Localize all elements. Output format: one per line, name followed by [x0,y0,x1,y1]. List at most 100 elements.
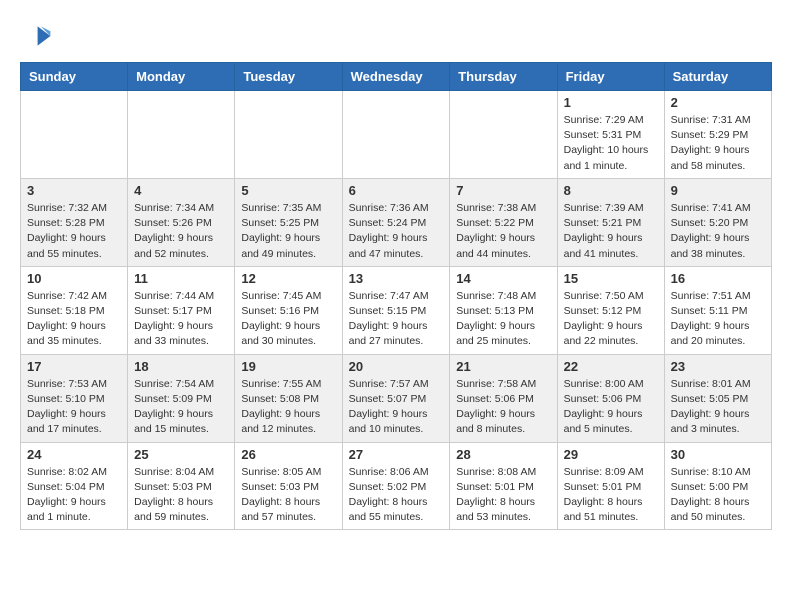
day-number: 22 [564,359,658,374]
calendar-cell: 12 Sunrise: 7:45 AM Sunset: 5:16 PM Dayli… [235,266,342,354]
week-row-1: 1Sunrise: 7:29 AM Sunset: 5:31 PM Daylig… [21,91,772,179]
day-number: 9 [671,183,765,198]
logo [20,20,56,52]
day-number: 27 [349,447,444,462]
calendar-cell: 19Sunrise: 7:55 AM Sunset: 5:08 PM Dayli… [235,354,342,442]
day-number: 3 [27,183,121,198]
day-info: Sunrise: 7:45 AM Sunset: 5:16 PM Dayligh… [241,289,335,350]
day-number: 7 [456,183,550,198]
calendar-header-friday: Friday [557,63,664,91]
calendar-cell: 20 Sunrise: 7:57 AM Sunset: 5:07 PM Dayli… [342,354,450,442]
day-number: 28 [456,447,550,462]
calendar-cell: 5 Sunrise: 7:35 AM Sunset: 5:25 PM Daylig… [235,178,342,266]
day-number: 13 [349,271,444,286]
calendar-cell: 6 Sunrise: 7:36 AM Sunset: 5:24 PM Daylig… [342,178,450,266]
calendar-cell: 29Sunrise: 8:09 AM Sunset: 5:01 PM Dayli… [557,442,664,530]
day-number: 1 [564,95,658,110]
calendar-cell [235,91,342,179]
calendar-cell: 21 Sunrise: 7:58 AM Sunset: 5:06 PM Dayli… [450,354,557,442]
calendar-header-row: SundayMondayTuesdayWednesdayThursdayFrid… [21,63,772,91]
day-info: Sunrise: 7:47 AM Sunset: 5:15 PM Dayligh… [349,289,444,350]
day-number: 21 [456,359,550,374]
day-number: 19 [241,359,335,374]
calendar-cell: 28 Sunrise: 8:08 AM Sunset: 5:01 PM Dayli… [450,442,557,530]
calendar-header-saturday: Saturday [664,63,771,91]
calendar-cell: 10 Sunrise: 7:42 AM Sunset: 5:18 PM Dayli… [21,266,128,354]
day-info: Sunrise: 7:31 AM Sunset: 5:29 PM Dayligh… [671,113,765,174]
day-info: Sunrise: 7:36 AM Sunset: 5:24 PM Dayligh… [349,201,444,262]
day-number: 26 [241,447,335,462]
calendar-cell: 23 Sunrise: 8:01 AM Sunset: 5:05 PM Dayli… [664,354,771,442]
day-number: 20 [349,359,444,374]
day-number: 18 [134,359,228,374]
calendar-header-monday: Monday [128,63,235,91]
calendar-cell: 8 Sunrise: 7:39 AM Sunset: 5:21 PM Daylig… [557,178,664,266]
day-info: Sunrise: 7:32 AM Sunset: 5:28 PM Dayligh… [27,201,121,262]
day-number: 16 [671,271,765,286]
calendar-cell: 25Sunrise: 8:04 AM Sunset: 5:03 PM Dayli… [128,442,235,530]
calendar-cell: 11 Sunrise: 7:44 AM Sunset: 5:17 PM Dayli… [128,266,235,354]
week-row-4: 17 Sunrise: 7:53 AM Sunset: 5:10 PM Dayli… [21,354,772,442]
day-info: Sunrise: 8:06 AM Sunset: 5:02 PM Dayligh… [349,465,444,526]
day-info: Sunrise: 7:34 AM Sunset: 5:26 PM Dayligh… [134,201,228,262]
calendar-cell: 1Sunrise: 7:29 AM Sunset: 5:31 PM Daylig… [557,91,664,179]
day-number: 24 [27,447,121,462]
day-info: Sunrise: 8:08 AM Sunset: 5:01 PM Dayligh… [456,465,550,526]
calendar-cell: 18 Sunrise: 7:54 AM Sunset: 5:09 PM Dayli… [128,354,235,442]
day-number: 17 [27,359,121,374]
calendar-header-sunday: Sunday [21,63,128,91]
day-number: 29 [564,447,658,462]
day-info: Sunrise: 7:51 AM Sunset: 5:11 PM Dayligh… [671,289,765,350]
day-info: Sunrise: 8:10 AM Sunset: 5:00 PM Dayligh… [671,465,765,526]
day-info: Sunrise: 8:01 AM Sunset: 5:05 PM Dayligh… [671,377,765,438]
calendar-cell: 27 Sunrise: 8:06 AM Sunset: 5:02 PM Dayli… [342,442,450,530]
calendar-cell: 9 Sunrise: 7:41 AM Sunset: 5:20 PM Daylig… [664,178,771,266]
day-info: Sunrise: 7:42 AM Sunset: 5:18 PM Dayligh… [27,289,121,350]
day-info: Sunrise: 8:04 AM Sunset: 5:03 PM Dayligh… [134,465,228,526]
day-info: Sunrise: 7:38 AM Sunset: 5:22 PM Dayligh… [456,201,550,262]
day-info: Sunrise: 7:58 AM Sunset: 5:06 PM Dayligh… [456,377,550,438]
week-row-2: 3 Sunrise: 7:32 AM Sunset: 5:28 PM Daylig… [21,178,772,266]
day-number: 5 [241,183,335,198]
day-info: Sunrise: 7:35 AM Sunset: 5:25 PM Dayligh… [241,201,335,262]
day-info: Sunrise: 7:39 AM Sunset: 5:21 PM Dayligh… [564,201,658,262]
day-number: 14 [456,271,550,286]
day-number: 11 [134,271,228,286]
day-number: 10 [27,271,121,286]
week-row-3: 10 Sunrise: 7:42 AM Sunset: 5:18 PM Dayli… [21,266,772,354]
week-row-5: 24 Sunrise: 8:02 AM Sunset: 5:04 PM Dayli… [21,442,772,530]
calendar-header-wednesday: Wednesday [342,63,450,91]
calendar-cell: 14 Sunrise: 7:48 AM Sunset: 5:13 PM Dayli… [450,266,557,354]
calendar-header-tuesday: Tuesday [235,63,342,91]
logo-icon [20,20,52,52]
day-number: 6 [349,183,444,198]
calendar-cell: 4 Sunrise: 7:34 AM Sunset: 5:26 PM Daylig… [128,178,235,266]
calendar-cell: 3 Sunrise: 7:32 AM Sunset: 5:28 PM Daylig… [21,178,128,266]
calendar-cell [21,91,128,179]
calendar-cell: 15Sunrise: 7:50 AM Sunset: 5:12 PM Dayli… [557,266,664,354]
day-number: 2 [671,95,765,110]
day-number: 30 [671,447,765,462]
calendar-cell: 16 Sunrise: 7:51 AM Sunset: 5:11 PM Dayli… [664,266,771,354]
day-number: 8 [564,183,658,198]
day-info: Sunrise: 7:44 AM Sunset: 5:17 PM Dayligh… [134,289,228,350]
day-number: 4 [134,183,228,198]
day-info: Sunrise: 8:02 AM Sunset: 5:04 PM Dayligh… [27,465,121,526]
day-number: 23 [671,359,765,374]
day-info: Sunrise: 7:54 AM Sunset: 5:09 PM Dayligh… [134,377,228,438]
calendar-cell [342,91,450,179]
day-number: 15 [564,271,658,286]
day-info: Sunrise: 7:57 AM Sunset: 5:07 PM Dayligh… [349,377,444,438]
calendar-cell: 13 Sunrise: 7:47 AM Sunset: 5:15 PM Dayli… [342,266,450,354]
calendar-cell: 26 Sunrise: 8:05 AM Sunset: 5:03 PM Dayli… [235,442,342,530]
calendar-cell: 7 Sunrise: 7:38 AM Sunset: 5:22 PM Daylig… [450,178,557,266]
day-info: Sunrise: 8:00 AM Sunset: 5:06 PM Dayligh… [564,377,658,438]
day-info: Sunrise: 7:53 AM Sunset: 5:10 PM Dayligh… [27,377,121,438]
day-info: Sunrise: 7:41 AM Sunset: 5:20 PM Dayligh… [671,201,765,262]
page-header [20,20,772,52]
calendar-cell: 2 Sunrise: 7:31 AM Sunset: 5:29 PM Daylig… [664,91,771,179]
calendar-cell [128,91,235,179]
day-number: 12 [241,271,335,286]
day-info: Sunrise: 8:05 AM Sunset: 5:03 PM Dayligh… [241,465,335,526]
day-info: Sunrise: 7:48 AM Sunset: 5:13 PM Dayligh… [456,289,550,350]
